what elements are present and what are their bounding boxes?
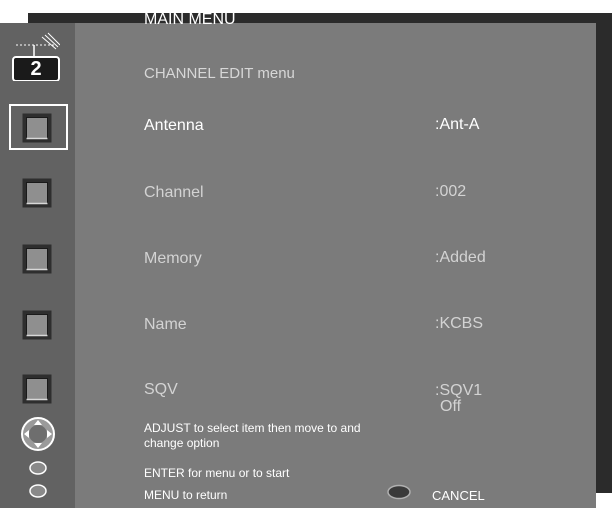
- row-value-name: :KCBS: [435, 315, 484, 332]
- row-label-antenna: Antenna: [144, 117, 204, 134]
- menu-subtitle: CHANNEL EDIT menu: [144, 65, 295, 82]
- hint-menu: MENU to return: [144, 488, 228, 502]
- row-label-sqv: SQV: [144, 381, 178, 398]
- page-title: MAIN MENU: [144, 11, 236, 28]
- hint-adjust: ADJUST to select item then move to and c…: [144, 421, 361, 450]
- enter-button-icon: [29, 461, 47, 475]
- row-value-sqv-line1: :SQV1: [435, 382, 483, 399]
- row-label-channel: Channel: [144, 184, 204, 201]
- row-value-channel: :002: [435, 183, 467, 200]
- checkbox-square-icon: [22, 113, 52, 143]
- channel-badge: 2: [30, 58, 42, 80]
- adjust-dial-icon: [21, 417, 55, 451]
- row-value-antenna: :Ant-A: [435, 116, 480, 133]
- row-label-name: Name: [144, 316, 187, 333]
- hint-enter: ENTER for menu or to start: [144, 466, 290, 480]
- cancel-label: CANCEL: [432, 488, 485, 503]
- row-label-memory: Memory: [144, 250, 202, 267]
- checkbox-square-icon: [22, 244, 52, 274]
- cancel-button-icon[interactable]: [386, 484, 412, 500]
- row-value-sqv-line2: Off: [440, 398, 462, 415]
- checkbox-square-icon: [22, 310, 52, 340]
- row-value-memory: :Added: [435, 249, 486, 266]
- checkbox-square-icon: [22, 178, 52, 208]
- row-value-sqv: :SQV1 Off: [435, 383, 482, 415]
- menu-button-icon: [29, 484, 47, 498]
- checkbox-square-icon: [22, 374, 52, 404]
